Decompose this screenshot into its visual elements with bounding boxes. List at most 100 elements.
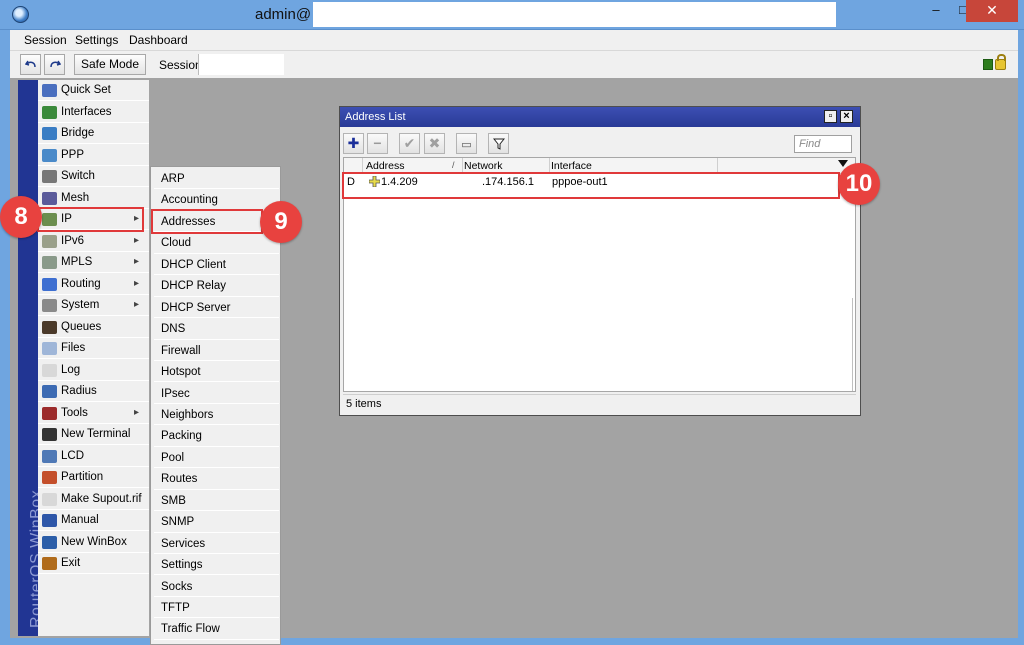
sidebar-item-mesh[interactable]: Mesh [38, 188, 149, 209]
submenu-item-traffic-flow[interactable]: Traffic Flow [154, 618, 279, 640]
sidebar-item-label: Files [61, 342, 86, 354]
session-input[interactable] [198, 54, 284, 75]
plus-icon: ✚ [347, 135, 360, 151]
address-table: Address / Network Interface D 1.4.209 .1… [343, 157, 856, 392]
submenu-item-label: SNMP [161, 516, 195, 529]
submenu-item-dhcp-server[interactable]: DHCP Server [154, 297, 279, 319]
menu-session[interactable]: Session [24, 33, 67, 47]
column-header-interface[interactable]: Interface [551, 160, 592, 172]
scroll-track[interactable] [852, 298, 853, 391]
sidebar-item-queues[interactable]: Queues [38, 317, 149, 338]
submenu-item-smb[interactable]: SMB [154, 490, 279, 512]
sidebar-item-routing[interactable]: Routing ▸ [38, 274, 149, 295]
status-green-icon [983, 59, 993, 70]
column-separator [549, 158, 550, 174]
sidebar-item-label: System [61, 299, 100, 311]
undo-button[interactable] [20, 54, 41, 75]
menu-bar: Session Settings Dashboard [10, 30, 1018, 50]
submenu-item-label: DHCP Relay [161, 280, 226, 293]
submenu-item-pool[interactable]: Pool [154, 447, 279, 469]
check-icon: ✔ [403, 135, 416, 151]
sidebar-item-switch[interactable]: Switch [38, 166, 149, 187]
menu-settings[interactable]: Settings [75, 33, 118, 47]
sidebar-item-new-terminal[interactable]: New Terminal [38, 424, 149, 445]
menu-dashboard[interactable]: Dashboard [129, 33, 188, 47]
sidebar-item-quick-set[interactable]: Quick Set [38, 80, 149, 101]
submenu-item-label: DNS [161, 323, 186, 336]
interfaces-icon [42, 105, 57, 119]
column-header-network[interactable]: Network [464, 160, 503, 172]
comment-button[interactable]: ▭ [456, 133, 477, 154]
column-header-address[interactable]: Address [366, 160, 405, 172]
submenu-item-dhcp-client[interactable]: DHCP Client [154, 254, 279, 276]
sidebar-item-tools[interactable]: Tools ▸ [38, 403, 149, 424]
sidebar-item-make-supout-rif[interactable]: Make Supout.rif [38, 489, 149, 510]
submenu-item-socks[interactable]: Socks [154, 576, 279, 597]
sidebar-item-ppp[interactable]: PPP [38, 145, 149, 166]
dynamic-address-icon [368, 175, 381, 190]
submenu-item-services[interactable]: Services [154, 533, 279, 555]
submenu-item-arp[interactable]: ARP [154, 168, 279, 190]
title-redaction [313, 2, 836, 27]
sidebar-item-ip[interactable]: IP ▸ [38, 209, 149, 230]
sidebar-item-manual[interactable]: Manual [38, 510, 149, 531]
lcd-icon [42, 449, 57, 463]
callout-badge: 9 [260, 201, 302, 243]
submenu-item-snmp[interactable]: SNMP [154, 511, 279, 533]
sidebar-item-label: Manual [61, 514, 99, 526]
submenu-item-firewall[interactable]: Firewall [154, 340, 279, 361]
table-header: Address / Network Interface [344, 158, 855, 174]
sidebar-item-partition[interactable]: Partition [38, 467, 149, 488]
submenu-item-label: Services [161, 537, 206, 550]
comment-icon: ▭ [461, 139, 472, 151]
row-flag: D [347, 176, 355, 188]
find-input[interactable]: Find [794, 135, 852, 153]
sidebar-item-lcd[interactable]: LCD [38, 446, 149, 467]
sidebar-item-files[interactable]: Files [38, 338, 149, 359]
tools-icon [42, 406, 57, 420]
dialog-titlebar[interactable]: Address List ▫ × [340, 107, 860, 127]
sidebar-item-system[interactable]: System ▸ [38, 295, 149, 316]
dialog-close-button[interactable]: × [840, 110, 853, 123]
dialog-title: Address List [345, 111, 406, 123]
sidebar-item-mpls[interactable]: MPLS ▸ [38, 252, 149, 273]
submenu-item-tftp[interactable]: TFTP [154, 597, 279, 619]
submenu-item-accounting[interactable]: Accounting [154, 189, 279, 211]
submenu-item-neighbors[interactable]: Neighbors [154, 404, 279, 426]
sort-icon: / [452, 160, 455, 170]
submenu-item-dns[interactable]: DNS [154, 318, 279, 340]
submenu-item-hotspot[interactable]: Hotspot [154, 361, 279, 383]
submenu-item-ipsec[interactable]: IPsec [154, 383, 279, 404]
column-separator [717, 158, 718, 174]
submenu-item-label: Firewall [161, 344, 201, 357]
add-button[interactable]: ✚ [343, 133, 364, 154]
redo-button[interactable] [44, 54, 65, 75]
sidebar-item-label: Switch [61, 170, 95, 182]
dialog-maximize-button[interactable]: ▫ [824, 110, 837, 123]
sidebar-item-new-winbox[interactable]: New WinBox [38, 532, 149, 553]
submenu-item-packing[interactable]: Packing [154, 425, 279, 447]
submenu-item-settings[interactable]: Settings [154, 554, 279, 576]
remove-button[interactable]: − [367, 133, 388, 154]
sidebar-item-exit[interactable]: Exit [38, 553, 149, 574]
sidebar-item-ipv6[interactable]: IPv6 ▸ [38, 231, 149, 252]
submenu-item-routes[interactable]: Routes [154, 468, 279, 490]
sidebar-item-radius[interactable]: Radius [38, 381, 149, 402]
filter-button[interactable] [488, 133, 509, 154]
submenu-item-label: Packing [161, 430, 202, 443]
enable-button[interactable]: ✔ [399, 133, 420, 154]
submenu-item-cloud[interactable]: Cloud [154, 232, 279, 254]
sidebar-item-bridge[interactable]: Bridge [38, 123, 149, 144]
minimize-button[interactable]: – [923, 0, 949, 22]
disable-button[interactable]: ✖ [424, 133, 445, 154]
safe-mode-button[interactable]: Safe Mode [74, 54, 146, 75]
sidebar-item-interfaces[interactable]: Interfaces [38, 102, 149, 123]
submenu-item-dhcp-relay[interactable]: DHCP Relay [154, 275, 279, 297]
lock-icon [995, 54, 1006, 70]
mesh-icon [42, 191, 57, 205]
sidebar-item-log[interactable]: Log [38, 360, 149, 381]
sidebar-item-label: Quick Set [61, 84, 111, 96]
close-button[interactable]: ✕ [966, 0, 1018, 22]
table-row[interactable]: D 1.4.209 .174.156.1 pppoe-out1 [344, 175, 855, 191]
submenu-item-label: Traffic Flow [161, 623, 220, 636]
